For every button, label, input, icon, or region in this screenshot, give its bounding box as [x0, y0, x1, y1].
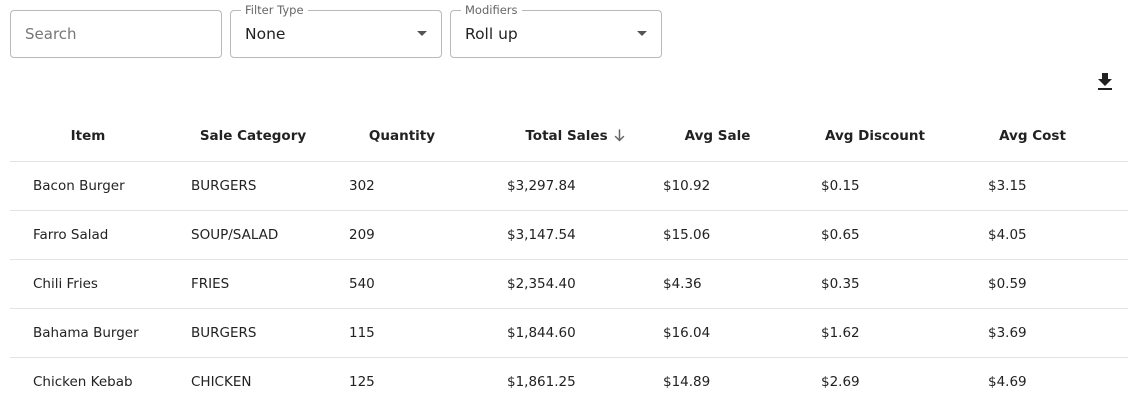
cell-avg-discount: $0.15 [821, 178, 860, 194]
cell-avg-sale: $15.06 [663, 227, 711, 243]
column-header-total-sales[interactable]: Total Sales [500, 110, 650, 161]
cell-total-sales: $2,354.40 [507, 276, 576, 292]
cell-sale-category: FRIES [191, 276, 230, 292]
download-icon [1098, 73, 1112, 90]
cell-avg-sale: $14.89 [663, 374, 711, 390]
cell-avg-discount: $2.69 [821, 374, 860, 390]
cell-avg-cost: $3.15 [988, 178, 1027, 194]
sales-table: Item Sale Category Quantity Total Sales … [10, 110, 1128, 406]
cell-sale-category: BURGERS [191, 325, 257, 341]
cell-avg-sale: $16.04 [663, 325, 711, 341]
caret-down-icon [417, 31, 427, 36]
search-input[interactable] [11, 11, 221, 57]
column-header-avg-sale[interactable]: Avg Sale [660, 110, 775, 161]
cell-quantity: 115 [349, 325, 375, 341]
cell-avg-sale: $4.36 [663, 276, 702, 292]
table-row[interactable]: Bacon Burger BURGERS 302 $3,297.84 $10.9… [10, 162, 1128, 211]
cell-total-sales: $3,147.54 [507, 227, 576, 243]
cell-sale-category: BURGERS [191, 178, 257, 194]
column-header-avg-discount[interactable]: Avg Discount [810, 110, 940, 161]
arrow-down-icon [614, 129, 625, 142]
search-field[interactable] [10, 10, 222, 58]
cell-item: Bahama Burger [33, 325, 139, 341]
cell-sale-category: SOUP/SALAD [191, 227, 279, 243]
cell-avg-discount: $1.62 [821, 325, 860, 341]
column-header-item[interactable]: Item [28, 110, 148, 161]
cell-avg-cost: $4.05 [988, 227, 1027, 243]
cell-total-sales: $1,861.25 [507, 374, 576, 390]
download-button[interactable] [1093, 70, 1117, 94]
column-header-sale-category[interactable]: Sale Category [178, 110, 328, 161]
table-header-row: Item Sale Category Quantity Total Sales … [10, 110, 1128, 162]
filter-type-select[interactable]: Filter Type None [230, 3, 442, 58]
caret-down-icon [637, 31, 647, 36]
cell-avg-discount: $0.35 [821, 276, 860, 292]
cell-total-sales: $3,297.84 [507, 178, 576, 194]
table-row[interactable]: Bahama Burger BURGERS 115 $1,844.60 $16.… [10, 309, 1128, 358]
cell-avg-cost: $3.69 [988, 325, 1027, 341]
cell-total-sales: $1,844.60 [507, 325, 576, 341]
filter-type-value: None [245, 25, 286, 43]
cell-avg-cost: $0.59 [988, 276, 1027, 292]
cell-item: Bacon Burger [33, 178, 125, 194]
modifiers-value: Roll up [465, 25, 518, 43]
cell-item: Chicken Kebab [33, 374, 133, 390]
table-row[interactable]: Farro Salad SOUP/SALAD 209 $3,147.54 $15… [10, 211, 1128, 260]
cell-quantity: 540 [349, 276, 375, 292]
cell-item: Farro Salad [33, 227, 109, 243]
cell-avg-sale: $10.92 [663, 178, 711, 194]
cell-item: Chili Fries [33, 276, 98, 292]
cell-sale-category: CHICKEN [191, 374, 252, 390]
cell-quantity: 302 [349, 178, 375, 194]
column-header-avg-cost[interactable]: Avg Cost [980, 110, 1085, 161]
cell-avg-cost: $4.69 [988, 374, 1027, 390]
cell-avg-discount: $0.65 [821, 227, 860, 243]
filter-bar: Filter Type None Modifiers Roll up [10, 3, 662, 58]
cell-quantity: 125 [349, 374, 375, 390]
modifiers-select[interactable]: Modifiers Roll up [450, 3, 662, 58]
column-header-quantity[interactable]: Quantity [352, 110, 452, 161]
table-row[interactable]: Chicken Kebab CHICKEN 125 $1,861.25 $14.… [10, 358, 1128, 406]
table-row[interactable]: Chili Fries FRIES 540 $2,354.40 $4.36 $0… [10, 260, 1128, 309]
cell-quantity: 209 [349, 227, 375, 243]
